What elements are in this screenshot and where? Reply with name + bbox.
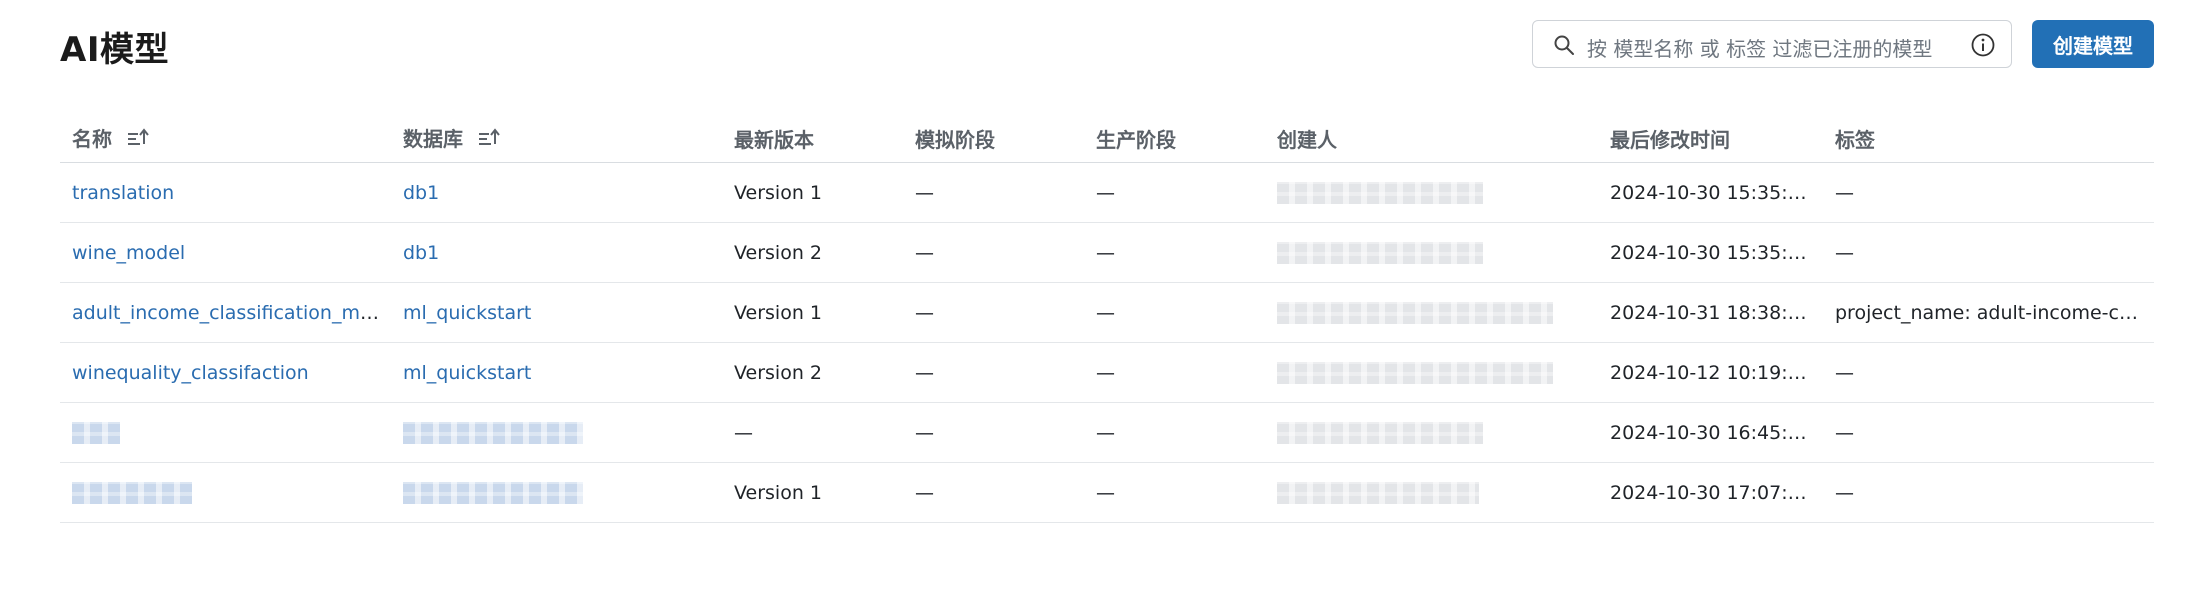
sort-ascending-icon[interactable] — [478, 128, 500, 153]
production-stage: — — [1084, 162, 1265, 223]
last-modified: 2024-10-30 15:35:54 — [1598, 222, 1823, 283]
table-row[interactable]: — — — 2024-10-30 16:45:03 — — [60, 402, 2154, 463]
last-modified: 2024-10-12 10:19:23 — [1598, 342, 1823, 403]
create-model-button[interactable]: 创建模型 — [2032, 20, 2154, 68]
production-stage: — — [1084, 342, 1265, 403]
column-header-tags: 标签 — [1823, 114, 2154, 163]
search-input[interactable]: 按 模型名称 或 标签 过滤已注册的模型 — [1587, 33, 1932, 62]
production-stage: — — [1084, 402, 1265, 463]
database-redacted[interactable] — [403, 481, 583, 504]
latest-version: Version 1 — [722, 462, 903, 523]
tags: project_name: adult-income-clas... — [1823, 282, 2154, 343]
column-header-latest-version: 最新版本 — [722, 114, 903, 163]
latest-version: Version 2 — [722, 222, 903, 283]
column-header-production: 生产阶段 — [1084, 114, 1265, 163]
creator-redacted — [1277, 181, 1483, 204]
latest-version: Version 1 — [722, 162, 903, 223]
ai-models-page: AI模型 按 模型名称 或 标签 过滤已注册的模型 创建模型 名称 数据库 最新… — [0, 0, 2188, 612]
staging-stage: — — [903, 402, 1084, 463]
staging-stage: — — [903, 462, 1084, 523]
table-row[interactable]: Version 1 — — 2024-10-30 17:07:53 — — [60, 462, 2154, 523]
database-link[interactable]: db1 — [403, 182, 439, 204]
latest-version: — — [722, 402, 903, 463]
database-redacted[interactable] — [403, 421, 583, 444]
info-icon[interactable] — [1970, 32, 1996, 62]
tags: — — [1823, 462, 2154, 523]
tags: — — [1823, 342, 2154, 403]
tags: — — [1823, 162, 2154, 223]
creator-redacted — [1277, 421, 1483, 444]
model-name-link[interactable]: winequality_classifaction — [72, 362, 309, 384]
database-link[interactable]: ml_quickstart — [403, 302, 531, 324]
last-modified: 2024-10-31 18:38:26 — [1598, 282, 1823, 343]
table-row[interactable]: winequality_classifaction ml_quickstart … — [60, 342, 2154, 403]
models-table: 名称 数据库 最新版本 模拟阶段 生产阶段 创建人 最后修改时间 标签 tran… — [60, 114, 2154, 523]
model-name-link[interactable]: adult_income_classification_model — [72, 302, 391, 324]
table-row[interactable]: adult_income_classification_model ml_qui… — [60, 282, 2154, 343]
creator-redacted — [1277, 361, 1553, 384]
last-modified: 2024-10-30 15:35:54 — [1598, 162, 1823, 223]
latest-version: Version 1 — [722, 282, 903, 343]
table-row[interactable]: translation db1 Version 1 — — 2024-10-30… — [60, 162, 2154, 223]
tags: — — [1823, 402, 2154, 463]
tags: — — [1823, 222, 2154, 283]
model-name-link[interactable]: translation — [72, 182, 174, 204]
column-header-creator: 创建人 — [1265, 114, 1598, 163]
production-stage: — — [1084, 462, 1265, 523]
production-stage: — — [1084, 282, 1265, 343]
column-header-label: 数据库 — [403, 127, 463, 151]
sort-ascending-icon[interactable] — [127, 128, 149, 153]
staging-stage: — — [903, 342, 1084, 403]
last-modified: 2024-10-30 17:07:53 — [1598, 462, 1823, 523]
creator-redacted — [1277, 301, 1553, 324]
last-modified: 2024-10-30 16:45:03 — [1598, 402, 1823, 463]
column-header-label: 名称 — [72, 127, 112, 151]
database-link[interactable]: db1 — [403, 242, 439, 264]
staging-stage: — — [903, 282, 1084, 343]
search-icon — [1553, 34, 1575, 60]
table-header-row: 名称 数据库 最新版本 模拟阶段 生产阶段 创建人 最后修改时间 标签 — [60, 114, 2154, 163]
database-link[interactable]: ml_quickstart — [403, 362, 531, 384]
page-title: AI模型 — [60, 30, 169, 70]
table-row[interactable]: wine_model db1 Version 2 — — 2024-10-30 … — [60, 222, 2154, 283]
column-header-name[interactable]: 名称 — [60, 114, 391, 163]
column-header-last-modified: 最后修改时间 — [1598, 114, 1823, 163]
creator-redacted — [1277, 241, 1483, 264]
model-name-link[interactable]: wine_model — [72, 242, 185, 264]
staging-stage: — — [903, 162, 1084, 223]
column-header-staging: 模拟阶段 — [903, 114, 1084, 163]
model-filter-search[interactable]: 按 模型名称 或 标签 过滤已注册的模型 — [1532, 20, 2012, 68]
creator-redacted — [1277, 481, 1479, 504]
model-name-redacted[interactable] — [72, 421, 120, 444]
model-name-redacted[interactable] — [72, 481, 192, 504]
latest-version: Version 2 — [722, 342, 903, 403]
column-header-database[interactable]: 数据库 — [391, 114, 722, 163]
staging-stage: — — [903, 222, 1084, 283]
production-stage: — — [1084, 222, 1265, 283]
